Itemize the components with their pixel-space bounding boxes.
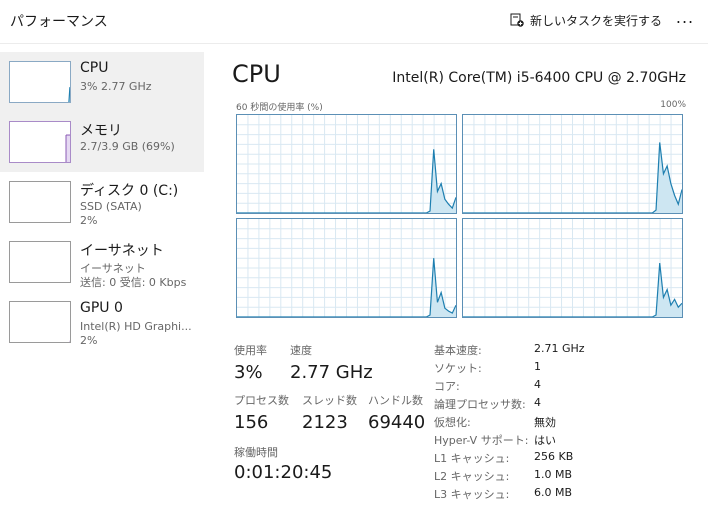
core-2-graph [236, 218, 457, 318]
sidebar-item-label: ディスク 0 (C:) [80, 183, 179, 199]
detail-key: コア: [434, 380, 460, 393]
detail-row: 基本速度: 2.71 GHz [434, 342, 690, 360]
sidebar-item-memory[interactable]: メモリ 2.7/3.9 GB (69%) [0, 112, 204, 172]
usage-line [69, 340, 70, 342]
uptime-label: 稼働時間 [234, 446, 278, 459]
sidebar-item-label: CPU [80, 60, 109, 76]
usage-label: 使用率 [234, 344, 267, 357]
cpu-model-name: Intel(R) Core(TM) i5-6400 CPU @ 2.70GHz [392, 70, 686, 86]
detail-value: 1 [534, 360, 541, 373]
detail-value: 256 KB [534, 450, 574, 463]
sidebar-item-detail: 3% 2.77 GHz [80, 80, 152, 93]
sidebar-item-detail: 2.7/3.9 GB (69%) [80, 140, 175, 153]
detail-value: 4 [534, 396, 541, 409]
detail-key: 論理プロセッサ数: [434, 398, 526, 411]
sidebar-item-ethernet[interactable]: イーサネット イーサネット 送信: 0 受信: 0 Kbps [0, 232, 204, 292]
detail-row: コア: 4 [434, 378, 690, 396]
detail-key: L1 キャッシュ: [434, 452, 510, 465]
detail-row: L3 キャッシュ: 6.0 MB [434, 486, 690, 504]
detail-row: ソケット: 1 [434, 360, 690, 378]
sidebar-item-detail: 送信: 0 受信: 0 Kbps [80, 276, 187, 289]
usage-area [10, 338, 71, 343]
sidebar-item-label: GPU 0 [80, 300, 123, 316]
detail-value: 無効 [534, 416, 556, 429]
ethernet-thumbnail-graph [9, 241, 71, 283]
gpu-thumbnail-graph [9, 301, 71, 343]
cpu-core-graphs [236, 114, 686, 320]
threads-label: スレッド数 [302, 394, 357, 407]
graph-caption: 60 秒間の使用率 (%) [236, 103, 323, 113]
detail-value: 1.0 MB [534, 468, 573, 481]
sidebar-item-cpu[interactable]: CPU 3% 2.77 GHz [0, 52, 204, 112]
detail-key: Hyper-V サポート: [434, 434, 529, 447]
detail-value: 4 [534, 378, 541, 391]
new-task-icon [510, 13, 524, 27]
new-task-button[interactable]: 新しいタスクを実行する [510, 9, 662, 31]
sidebar-item-detail: 2% [80, 334, 98, 347]
detail-row: Hyper-V サポート: はい [434, 432, 690, 450]
speed-value: 2.77 GHz [290, 362, 373, 383]
uptime-value: 0:01:20:45 [234, 462, 333, 483]
sidebar-item-detail: Intel(R) HD Graphi... [80, 320, 192, 333]
sidebar-item-detail: SSD (SATA) [80, 200, 142, 213]
sidebar-item-disk[interactable]: ディスク 0 (C:) SSD (SATA) 2% [0, 172, 204, 232]
detail-value: 6.0 MB [534, 486, 573, 499]
more-options-button[interactable]: ... [672, 8, 698, 30]
detail-row: L1 キャッシュ: 256 KB [434, 450, 690, 468]
new-task-label: 新しいタスクを実行する [530, 13, 663, 28]
cpu-heading: CPU [232, 60, 281, 88]
detail-key: L2 キャッシュ: [434, 470, 510, 483]
page-title: パフォーマンス [10, 14, 108, 30]
usage-area [68, 87, 70, 102]
detail-key: 仮想化: [434, 416, 471, 429]
sidebar-item-label: メモリ [80, 123, 122, 139]
detail-row: 論理プロセッサ数: 4 [434, 396, 690, 414]
core-1-graph [462, 114, 683, 214]
detail-value: はい [534, 434, 556, 447]
top-bar: パフォーマンス 新しいタスクを実行する ... [0, 0, 708, 44]
threads-value: 2123 [302, 412, 348, 433]
core-0-graph [236, 114, 457, 214]
sidebar-item-detail: 2% [80, 214, 98, 227]
usage-line [68, 87, 70, 102]
detail-row: 仮想化: 無効 [434, 414, 690, 432]
sidebar-item-gpu[interactable]: GPU 0 Intel(R) HD Graphi... 2% [0, 292, 204, 352]
cpu-thumbnail-graph [9, 61, 71, 103]
processes-label: プロセス数 [234, 394, 289, 407]
speed-label: 速度 [290, 344, 312, 357]
sidebar: CPU 3% 2.77 GHz メモリ 2.7/3.9 GB (69%) ディス… [0, 52, 204, 352]
core-3-graph [462, 218, 683, 318]
graph-max-label: 100% [660, 100, 686, 110]
memory-usage-area [66, 135, 70, 162]
memory-thumbnail-graph [9, 121, 71, 163]
disk-thumbnail-graph [9, 181, 71, 223]
handles-value: 69440 [368, 412, 426, 433]
detail-key: 基本速度: [434, 344, 482, 357]
processes-value: 156 [234, 412, 269, 433]
detail-key: ソケット: [434, 362, 482, 375]
sidebar-item-label: イーサネット [80, 243, 164, 259]
detail-key: L3 キャッシュ: [434, 488, 510, 501]
usage-value: 3% [234, 362, 263, 383]
detail-row: L2 キャッシュ: 1.0 MB [434, 468, 690, 486]
detail-value: 2.71 GHz [534, 342, 585, 355]
handles-label: ハンドル数 [368, 394, 423, 407]
